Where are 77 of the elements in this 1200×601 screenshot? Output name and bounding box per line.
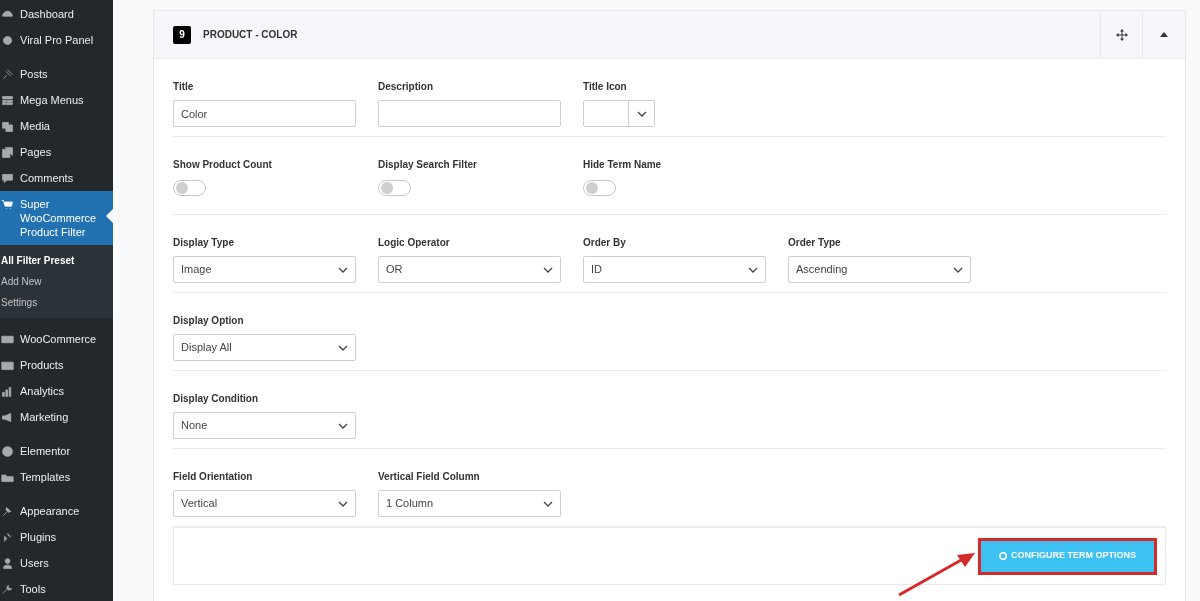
pages-icon [1,146,14,159]
field-label: Hide Term Name [583,159,663,171]
caret-icon [1160,32,1168,37]
chevron-down-icon [338,500,348,507]
sidebar-menu-item[interactable]: Templates [0,464,113,490]
select-field[interactable]: Image [173,256,356,283]
field-label: Vertical Field Column [378,471,481,483]
submenu-item[interactable]: All Filter Preset [0,250,113,271]
brush-icon [1,505,14,518]
field-label: Title [173,81,195,93]
sidebar-menu-item[interactable]: Mega Menus [0,87,113,113]
field-label: Field Orientation [173,471,254,483]
sidebar-menu-item[interactable]: Users [0,550,113,576]
chevron-down-icon [748,266,758,273]
chevron-down-icon [953,266,963,273]
field-label: Order By [583,237,627,249]
chevron-down-icon [338,344,348,351]
select-field[interactable]: 1 Column [378,490,561,517]
field-label: Display Search Filter [378,159,478,171]
field-label: Title Icon [583,81,628,93]
chevron-down-icon [338,422,348,429]
sidebar-menu-item[interactable]: Analytics [0,378,113,404]
folder-icon [1,471,14,484]
toggle-switch[interactable] [173,180,206,196]
media-icon [1,120,14,133]
sidebar-menu-item[interactable]: Appearance [0,498,113,524]
field-label: Logic Operator [378,237,451,249]
chevron-down-icon [636,110,647,117]
circle-logo-icon [1,445,14,458]
icon-picker[interactable] [583,100,655,127]
speech-bubble-icon [1,172,14,185]
chevron-down-icon [543,500,553,507]
chevron-down-icon [543,266,553,273]
grid-icon [1,94,14,107]
wrench-icon [1,583,14,596]
text-field[interactable] [378,100,561,127]
select-field[interactable]: Ascending [788,256,971,283]
sidebar-menu-item[interactable]: Products [0,352,113,378]
field-label: Display Condition [173,393,259,405]
store-icon [1,333,14,346]
select-field[interactable]: ID [583,256,766,283]
sidebar-menu-item[interactable]: Tools [0,576,113,601]
field-label: Display Option [173,315,245,327]
cart-icon [1,198,14,211]
chevron-down-icon [338,266,348,273]
sidebar-menu-item[interactable]: Dashboard [0,1,113,27]
move-icon [1115,28,1128,41]
sidebar-menu-item[interactable]: Posts [0,61,113,87]
current-menu-pointer [106,209,113,223]
filter-title: PRODUCT - COLOR [203,28,298,42]
sidebar-menu-item[interactable]: Comments [0,165,113,191]
toggle-switch[interactable] [583,180,616,196]
filter-number: 9 [173,25,191,44]
field-label: Description [378,81,434,93]
sidebar-menu-item[interactable]: Super WooCommerce Product Filter [0,191,113,245]
megaphone-icon [1,411,14,424]
sidebar-menu-item[interactable]: Pages [0,139,113,165]
field-label: Display Type [173,237,235,249]
toggle-switch[interactable] [378,180,411,196]
bar-chart-icon [1,385,14,398]
text-field[interactable]: Color [173,100,356,127]
select-field[interactable]: OR [378,256,561,283]
sidebar-menu-item[interactable]: Viral Pro Panel [0,27,113,53]
box-icon [1,359,14,372]
select-field[interactable]: None [173,412,356,439]
select-field[interactable]: Display All [173,334,356,361]
sidebar-menu-item[interactable]: Marketing [0,404,113,430]
user-icon [1,557,14,570]
sidebar-menu-item[interactable]: Elementor [0,438,113,464]
sidebar-menu-item[interactable]: Media [0,113,113,139]
field-label: Order Type [788,237,842,249]
submenu-item[interactable]: Add New [0,271,113,292]
sidebar-menu-item[interactable]: WooCommerce [0,326,113,352]
field-label: Show Product Count [173,159,273,171]
sidebar-menu-item[interactable]: Plugins [0,524,113,550]
submenu-item[interactable]: Settings [0,292,113,313]
select-field[interactable]: Vertical [173,490,356,517]
